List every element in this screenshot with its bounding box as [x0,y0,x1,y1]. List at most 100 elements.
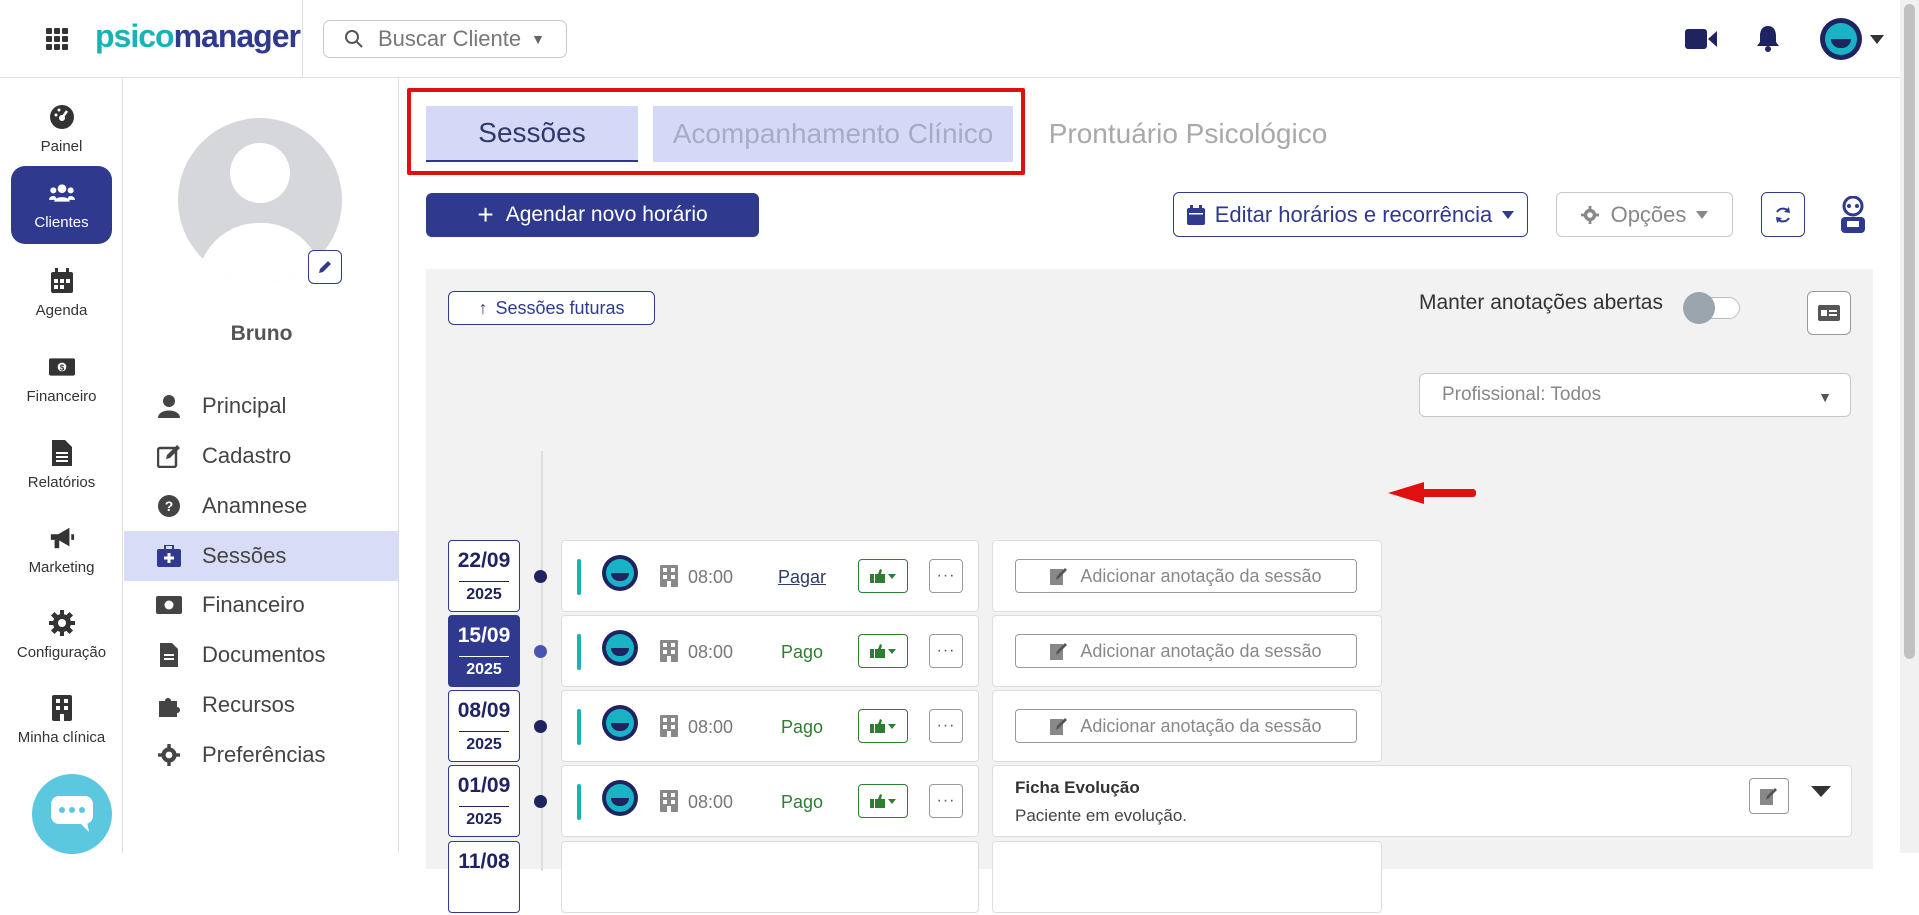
add-note-button[interactable]: Adicionar anotação da sessão [1015,709,1357,743]
schedule-new-button[interactable]: + Agendar novo horário [426,193,759,237]
megaphone-icon [49,525,75,551]
presence-button[interactable] [858,709,908,743]
professional-filter-select[interactable]: Profissional: Todos ▼ [1419,373,1851,417]
session-time: 08:00 [688,792,734,812]
question-icon: ? [156,493,182,519]
thumbs-up-icon [870,569,896,583]
future-sessions-button[interactable]: ↑ Sessões futuras [448,291,655,325]
thumbs-up-icon [870,719,896,733]
nav-configuracao[interactable]: Configuração [11,596,112,674]
menu-recursos[interactable]: Recursos [124,680,399,730]
session-date[interactable]: 22/09 2025 [448,540,520,612]
assistant-robot-icon[interactable] [1837,196,1869,234]
professional-avatar [602,555,638,591]
tab-sessoes[interactable]: Sessões [426,106,638,162]
chat-button[interactable] [32,774,112,854]
note-edit-icon [1760,788,1777,805]
menu-documentos[interactable]: Documentos [124,630,399,680]
note-edit-icon [1050,568,1068,585]
video-icon[interactable] [1685,28,1717,50]
refresh-icon [1776,206,1790,223]
professional-avatar [602,705,638,741]
nav-marketing[interactable]: Marketing [11,511,112,589]
session-row: 22/09 2025 08:00 Pagar ··· Adicionar anot… [426,540,1873,614]
keep-notes-toggle[interactable] [1683,292,1740,324]
session-time: 08:00 [688,642,734,662]
chat-icon [51,796,93,832]
session-date[interactable]: 08/09 2025 [448,690,520,762]
bell-icon[interactable] [1756,24,1780,52]
logo[interactable]: psicomanager [95,18,301,55]
more-options-button[interactable]: ··· [929,709,963,743]
presence-button[interactable] [858,634,908,668]
session-note-card: Adicionar anotação da sessão [992,690,1382,762]
options-button[interactable]: Opções [1556,192,1733,237]
chevron-down-icon [1696,210,1709,219]
search-client-input[interactable]: Buscar Cliente ▼ [323,20,567,58]
session-note-card: Adicionar anotação da sessão [992,615,1382,687]
nav-financeiro[interactable]: $ Financeiro [11,340,112,418]
apps-grid-icon[interactable] [46,28,68,50]
edit-photo-button[interactable] [308,250,342,284]
expand-note-icon[interactable] [1811,786,1831,797]
id-card-icon [1818,305,1840,321]
main-content: Sessões Acompanhamento Clínico Prontuári… [400,78,1900,913]
nav-clientes[interactable]: Clientes [11,166,112,244]
presence-button[interactable] [858,784,908,818]
more-options-button[interactable]: ··· [929,634,963,668]
gear-icon [1580,205,1599,224]
nav-label: Clientes [34,213,89,231]
medkit-icon [156,543,182,569]
edit-icon [156,443,182,469]
building-icon [660,565,678,587]
add-note-button[interactable]: Adicionar anotação da sessão [1015,634,1357,668]
search-placeholder: Buscar Cliente [378,26,522,51]
session-date[interactable]: 15/09 2025 [448,615,520,687]
nav-relatorios[interactable]: Relatórios [11,426,112,504]
session-row: 08/09 2025 08:00 Pago ··· Adicionar anota… [426,690,1873,764]
session-time: 08:00 [688,717,734,737]
tab-prontuario-psicologico[interactable]: Prontuário Psicológico [1028,106,1348,162]
session-date[interactable]: 11/08 [448,841,520,913]
menu-cadastro[interactable]: Cadastro [124,431,399,481]
client-sidebar: Bruno Principal Cadastro ? Anamnese Sess… [124,78,399,853]
status-bar [577,559,581,595]
refresh-button[interactable] [1761,192,1805,237]
presence-button[interactable] [858,559,908,593]
chevron-down-icon [1502,210,1515,219]
nav-painel[interactable]: Painel [11,90,112,168]
id-card-button[interactable] [1807,291,1851,335]
user-avatar[interactable] [1820,18,1862,60]
svg-text:$: $ [59,363,64,372]
menu-sessoes[interactable]: Sessões [124,531,399,581]
tab-acompanhamento-clinico[interactable]: Acompanhamento Clínico [653,106,1013,162]
note-text: Paciente em evolução. [1015,806,1187,825]
scrollbar[interactable] [1900,0,1919,853]
nav-label: Configuração [16,643,107,661]
session-date[interactable]: 01/09 2025 [448,765,520,837]
menu-preferencias[interactable]: Preferências [124,730,399,780]
nav-label: Relatórios [27,473,96,491]
menu-principal[interactable]: Principal [124,381,399,431]
users-icon [48,180,75,206]
payment-status[interactable]: Pagar [772,567,832,588]
nav-minha-clinica[interactable]: Minha clínica [11,681,112,759]
edit-note-button[interactable] [1749,778,1789,814]
session-row: 15/09 2025 08:00 Pago ··· Adicionar anota… [426,615,1873,689]
payment-status: Pago [780,792,824,812]
edit-schedule-button[interactable]: Editar horários e recorrência [1173,192,1528,237]
timeline-dot [534,645,547,658]
timeline-dot [534,795,547,808]
add-note-button[interactable]: Adicionar anotação da sessão [1015,559,1357,593]
menu-anamnese[interactable]: ? Anamnese [124,481,399,531]
chevron-down-icon[interactable] [1870,35,1884,44]
arrow-up-icon: ↑ [478,297,488,318]
nav-agenda[interactable]: Agenda [11,254,112,332]
more-options-button[interactable]: ··· [929,784,963,818]
menu-financeiro[interactable]: Financeiro [124,580,399,630]
keep-notes-label: Manter anotações abertas [1419,291,1663,314]
note-title: Ficha Evolução [1015,778,1140,797]
payment-status: Pago [780,717,824,737]
more-options-button[interactable]: ··· [929,559,963,593]
sessions-panel: ↑ Sessões futuras Manter anotações abert… [426,269,1873,913]
